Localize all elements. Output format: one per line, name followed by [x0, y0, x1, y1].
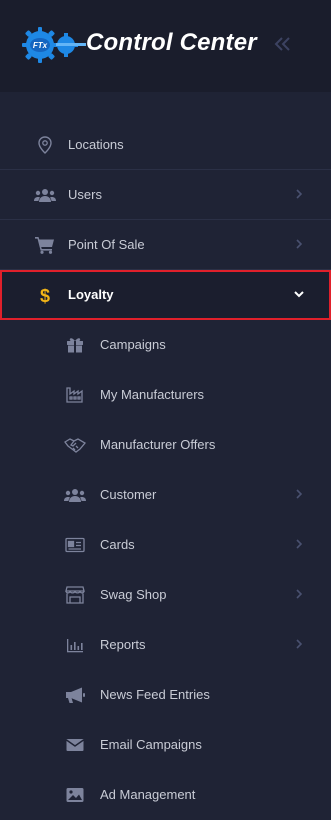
- subnav-item-label: News Feed Entries: [100, 687, 210, 702]
- store-icon: [64, 585, 86, 605]
- users-icon: [64, 485, 86, 505]
- subnav-item-ad-management[interactable]: Ad Management: [0, 770, 331, 820]
- subnav-item-campaigns[interactable]: Campaigns: [0, 320, 331, 370]
- id-card-icon: [64, 535, 86, 555]
- map-pin-icon: [34, 135, 56, 155]
- users-icon: [34, 185, 56, 205]
- sidebar: FTx Control Center Locations Users Point…: [0, 0, 331, 807]
- cart-icon: [34, 235, 56, 255]
- chevron-down-icon: [293, 287, 305, 301]
- dollar-icon: $: [34, 285, 56, 305]
- ftx-logo[interactable]: FTx: [20, 25, 88, 65]
- subnav-item-swag-shop[interactable]: Swag Shop: [0, 570, 331, 620]
- nav-item-point-of-sale[interactable]: Point Of Sale: [0, 220, 331, 270]
- megaphone-icon: [64, 685, 86, 705]
- nav-item-label: Locations: [68, 137, 124, 152]
- gift-icon: [64, 335, 86, 355]
- subnav-item-label: My Manufacturers: [100, 387, 205, 402]
- nav-item-label: Users: [68, 187, 102, 202]
- brand-title: Control Center: [86, 29, 257, 56]
- nav-item-users[interactable]: Users: [0, 170, 331, 220]
- nav-item-label: Point Of Sale: [68, 237, 145, 252]
- subnav-item-manufacturer-offers[interactable]: Manufacturer Offers: [0, 420, 331, 470]
- subnav-item-label: Reports: [100, 637, 146, 652]
- chevron-right-icon: [293, 587, 305, 601]
- subnav-item-label: Email Campaigns: [100, 737, 202, 752]
- chevron-right-icon: [293, 187, 305, 201]
- nav-item-label: Loyalty: [68, 287, 114, 302]
- subnav-item-news-feed-entries[interactable]: News Feed Entries: [0, 670, 331, 720]
- subnav-item-label: Campaigns: [100, 337, 166, 352]
- image-icon: [64, 785, 86, 805]
- subnav-item-reports[interactable]: Reports: [0, 620, 331, 670]
- handshake-icon: [64, 435, 86, 455]
- chevron-right-icon: [293, 537, 305, 551]
- subnav-item-label: Customer: [100, 487, 157, 502]
- subnav-item-my-manufacturers[interactable]: My Manufacturers: [0, 370, 331, 420]
- subnav-item-label: Swag Shop: [100, 587, 167, 602]
- subnav-item-label: Manufacturer Offers: [100, 437, 216, 452]
- nav-menu: Locations Users Point Of Sale $ Loyalty: [0, 120, 331, 820]
- subnav-item-label: Ad Management: [100, 787, 196, 802]
- nav-item-locations[interactable]: Locations: [0, 120, 331, 170]
- collapse-sidebar-button[interactable]: [270, 32, 294, 56]
- factory-icon: [64, 385, 86, 405]
- envelope-icon: [64, 735, 86, 755]
- brand-header: FTx Control Center: [0, 0, 331, 92]
- subnav-item-email-campaigns[interactable]: Email Campaigns: [0, 720, 331, 770]
- bar-chart-icon: [64, 635, 86, 655]
- subnav-item-customer[interactable]: Customer: [0, 470, 331, 520]
- chevron-right-icon: [293, 637, 305, 651]
- logo-text: FTx: [33, 41, 48, 50]
- chevron-right-icon: [293, 237, 305, 251]
- double-chevron-left-icon: [274, 37, 290, 51]
- nav-item-loyalty[interactable]: $ Loyalty: [0, 270, 331, 320]
- chevron-right-icon: [293, 487, 305, 501]
- subnav-item-label: Cards: [100, 537, 135, 552]
- subnav-item-cards[interactable]: Cards: [0, 520, 331, 570]
- svg-text:$: $: [40, 286, 50, 305]
